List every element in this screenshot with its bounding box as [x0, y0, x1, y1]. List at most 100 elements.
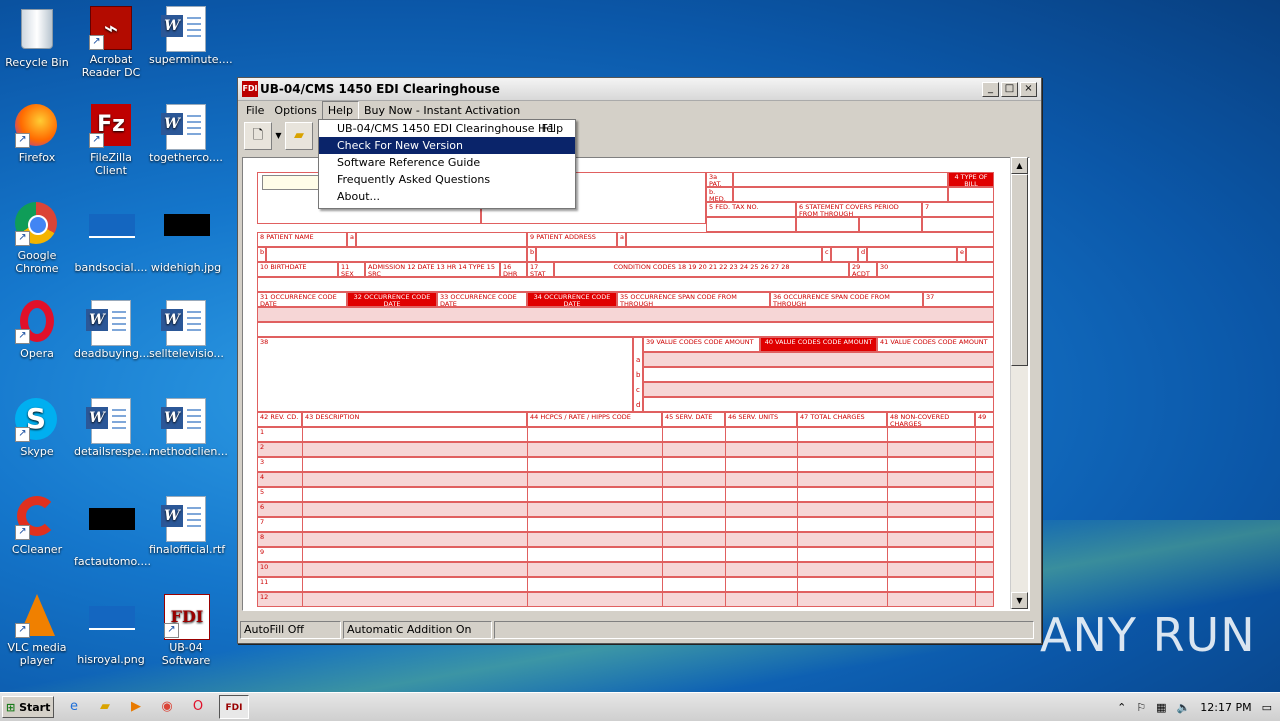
minimize-button[interactable]: _ [982, 81, 999, 97]
ub04-taskbar-button[interactable]: FDI [219, 695, 249, 719]
menu-item-reference-guide[interactable]: Software Reference Guide [319, 154, 575, 171]
service-line-11[interactable]: 11 [257, 577, 994, 592]
occurrence-row-b-input[interactable] [257, 322, 994, 337]
value-row-b-input[interactable] [643, 367, 994, 382]
desktop-icon-opera[interactable]: ↗ Opera [0, 300, 74, 360]
birthdate-row-input[interactable] [257, 277, 994, 292]
desktop-icon-label: selltelevisio... [149, 347, 224, 360]
service-line-5[interactable]: 5 [257, 487, 994, 502]
desktop-icon-finalofficial[interactable]: W finalofficial.rtf [149, 496, 225, 556]
patient-name-input[interactable] [356, 232, 527, 247]
tray-expand-icon[interactable]: ⌃ [1117, 701, 1126, 714]
value-row-a-input[interactable] [643, 352, 994, 367]
file-explorer-icon[interactable]: ▰ [94, 697, 116, 717]
desktop-icon-methodclien[interactable]: W methodclien... [149, 398, 228, 458]
volume-icon[interactable]: 🔈 [1177, 701, 1191, 714]
title-bar[interactable]: FDI UB-04/CMS 1450 EDI Clearinghouse _ □… [238, 78, 1041, 101]
service-line-9[interactable]: 9 [257, 547, 994, 562]
maximize-button[interactable]: □ [1001, 81, 1018, 97]
desktop-icon-ccleaner[interactable]: ↗ CCleaner [0, 496, 74, 556]
desktop-icon-firefox[interactable]: ↗ Firefox [0, 104, 74, 164]
desktop-icon-recycle-bin[interactable]: Recycle Bin [0, 6, 74, 69]
desktop-icon-widehigh[interactable]: widehigh.jpg [149, 202, 223, 274]
patient-state-input[interactable] [831, 247, 858, 262]
desktop-icon-superminute[interactable]: W superminute.... [149, 6, 233, 66]
desktop-icon-filezilla[interactable]: Fz ↗ FileZilla Client [74, 104, 148, 177]
desktop-icon-vlc[interactable]: ↗ VLC media player [0, 594, 74, 667]
desktop-icon-skype[interactable]: S ↗ Skype [0, 398, 74, 458]
scroll-up-icon[interactable]: ▲ [1011, 157, 1028, 174]
column-divider [662, 427, 663, 607]
menu-item-help[interactable]: UB-04/CMS 1450 EDI Clearinghouse Help F1 [319, 120, 575, 137]
start-button[interactable]: ⊞ Start [2, 696, 54, 718]
status-bar: AutoFill Off Automatic Addition On [240, 621, 1037, 639]
desktop-icon-factautomo[interactable]: factautomo.... [74, 496, 151, 568]
service-line-10[interactable]: 10 [257, 562, 994, 577]
menu-item-faq[interactable]: Frequently Asked Questions [319, 171, 575, 188]
desktop-icon-ub04[interactable]: FDI ↗ UB-04 Software [149, 594, 223, 667]
status-autofill: AutoFill Off [240, 621, 341, 639]
service-line-7[interactable]: 7 [257, 517, 994, 532]
desktop-icon-deadbuying[interactable]: W deadbuying.... [74, 300, 153, 360]
pat-cntl-input[interactable] [733, 172, 948, 187]
patient-zip-input[interactable] [867, 247, 957, 262]
type-of-bill-input[interactable] [948, 187, 994, 202]
service-line-12[interactable]: 12 [257, 592, 994, 607]
med-rec-input[interactable] [733, 187, 948, 202]
desktop-icon-hisroyal[interactable]: hisroyal.png [74, 594, 148, 666]
clock[interactable]: 12:17 PM [1200, 701, 1251, 714]
patient-country-input[interactable] [966, 247, 994, 262]
letter-b: b [636, 371, 641, 379]
show-desktop-icon[interactable]: ▭ [1262, 701, 1272, 714]
service-line-2[interactable]: 2 [257, 442, 994, 457]
statement-from-input[interactable] [796, 217, 859, 232]
patient-name-b-input[interactable] [266, 247, 527, 262]
patient-city-input[interactable] [536, 247, 822, 262]
patient-address-input[interactable] [626, 232, 994, 247]
service-line-8[interactable]: 8 [257, 532, 994, 547]
chevron-down-icon[interactable]: ▼ [274, 123, 283, 149]
menu-item-about[interactable]: About... [319, 188, 575, 205]
word-doc-icon: W [86, 398, 133, 444]
occurrence-row-a-input[interactable] [257, 307, 994, 322]
close-button[interactable]: × [1020, 81, 1037, 97]
claim-form-area: 3a PAT. CNTL # 4 TYPE OF BILL b. MED. RE… [242, 157, 1030, 611]
menu-options[interactable]: Options [269, 102, 321, 119]
desktop-icon-label: superminute.... [149, 53, 233, 66]
row-d-label: d [858, 247, 867, 262]
column-divider [797, 427, 798, 607]
chrome-taskbar-icon[interactable]: ◉ [156, 697, 178, 717]
vertical-scrollbar[interactable]: ▲ ▼ [1010, 157, 1028, 609]
statement-through-input[interactable] [859, 217, 922, 232]
desktop-icon-label: factautomo.... [74, 555, 151, 568]
service-line-4[interactable]: 4 [257, 472, 994, 487]
menu-buy-now[interactable]: Buy Now - Instant Activation [359, 102, 525, 119]
scroll-thumb[interactable] [1011, 174, 1028, 366]
service-line-3[interactable]: 3 [257, 457, 994, 472]
patient-address-a: a [617, 232, 626, 247]
desktop-icon-togetherco[interactable]: W togetherco.... [149, 104, 223, 164]
scroll-down-icon[interactable]: ▼ [1011, 592, 1028, 609]
desktop-icon-detailsrespe[interactable]: W detailsrespe... [74, 398, 152, 458]
network-icon[interactable]: ▦ [1156, 701, 1166, 714]
desktop-icon-selltelevisio[interactable]: W selltelevisio... [149, 300, 224, 360]
menu-help[interactable]: Help [321, 101, 359, 120]
new-document-icon[interactable]: 🗋 [244, 122, 272, 150]
flag-icon[interactable]: ⚐ [1136, 701, 1146, 714]
field-7-input[interactable] [922, 217, 994, 232]
desktop-icon-chrome[interactable]: ↗ Google Chrome [0, 202, 74, 275]
opera-taskbar-icon[interactable]: O [187, 697, 209, 717]
provider-name-input[interactable] [262, 175, 326, 190]
desktop-icon-acrobat[interactable]: ⌁ ↗ Acrobat Reader DC [74, 6, 148, 79]
service-line-6[interactable]: 6 [257, 502, 994, 517]
value-row-d-input[interactable] [643, 397, 994, 412]
service-line-1[interactable]: 1 [257, 427, 994, 442]
media-player-icon[interactable]: ▶ [125, 697, 147, 717]
value-row-c-input[interactable] [643, 382, 994, 397]
menu-file[interactable]: File [241, 102, 269, 119]
open-folder-icon[interactable]: ▰ [285, 122, 313, 150]
desktop-icon-bandsocial[interactable]: bandsocial.... [74, 202, 148, 274]
menu-item-check-version[interactable]: Check For New Version [319, 137, 575, 154]
internet-explorer-icon[interactable]: e [63, 697, 85, 717]
fed-tax-input[interactable] [706, 217, 796, 232]
